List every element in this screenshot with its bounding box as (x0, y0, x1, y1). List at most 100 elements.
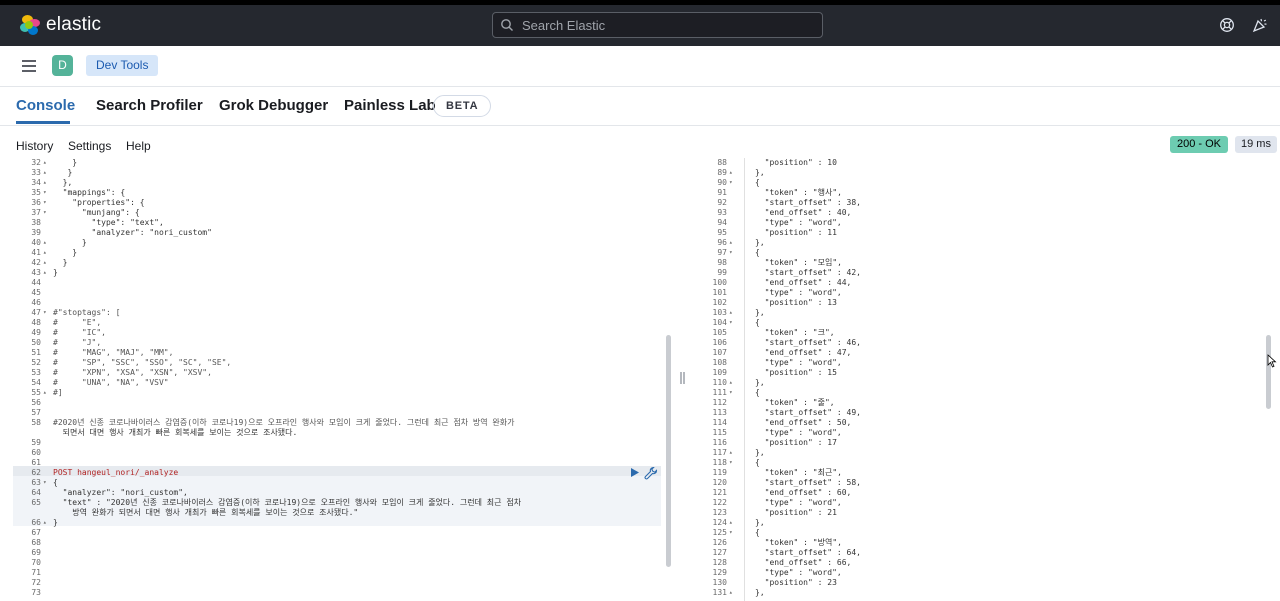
editor-line-text: } (53, 268, 58, 277)
output-line-text: }, (755, 518, 765, 527)
fold-toggle-icon[interactable]: ▴ (729, 378, 733, 388)
output-line-number: 110 (712, 378, 727, 387)
elastic-logo-icon (20, 15, 40, 35)
history-link[interactable]: History (16, 139, 53, 153)
output-line-number: 116 (712, 438, 727, 447)
fold-toggle-icon[interactable]: ▾ (43, 208, 47, 218)
editor-line-text: # "XPN", "XSA", "XSN", "XSV", (53, 368, 212, 377)
fold-toggle-icon[interactable]: ▴ (729, 168, 733, 178)
fold-toggle-icon[interactable]: ▴ (43, 178, 47, 188)
tab-painless-lab[interactable]: Painless Lab (344, 97, 436, 114)
help-icon[interactable] (1219, 17, 1235, 33)
fold-toggle-icon[interactable]: ▴ (43, 388, 47, 398)
send-request-icon[interactable] (629, 467, 640, 478)
output-line-number: 96 (717, 238, 727, 247)
editor-line: 61 (13, 458, 673, 468)
help-link[interactable]: Help (126, 139, 151, 153)
editor-line-number: 59 (31, 438, 41, 447)
output-line: 131 ▴}, (693, 588, 1280, 598)
fold-toggle-icon[interactable]: ▴ (729, 588, 733, 598)
request-editor[interactable]: 32 ▴ } 33 ▴ } 34 ▴ }, 35 ▾ "mappings": {36 ▾ "pr… (13, 158, 673, 601)
output-line: 114 "end_offset" : 50, (693, 418, 1280, 428)
global-search[interactable] (492, 12, 823, 38)
fold-toggle-icon[interactable]: ▾ (729, 528, 733, 538)
fold-toggle-icon[interactable]: ▾ (43, 478, 47, 488)
output-line: 92 "start_offset" : 38, (693, 198, 1280, 208)
fold-toggle-icon[interactable]: ▾ (729, 178, 733, 188)
editor-line-number: 72 (31, 578, 41, 587)
editor-line-text: # "UNA", "NA", "VSV" (53, 378, 169, 387)
tab-console[interactable]: Console (16, 97, 75, 114)
editor-line-text: "mappings": { (53, 188, 126, 197)
editor-line-number: 39 (31, 228, 41, 237)
output-line-text: "type" : "word", (755, 358, 842, 367)
editor-line: 36 ▾ "properties": { (13, 198, 673, 208)
fold-toggle-icon[interactable]: ▴ (729, 238, 733, 248)
breadcrumb[interactable]: Dev Tools (86, 55, 159, 76)
fold-toggle-icon[interactable]: ▾ (43, 188, 47, 198)
output-line: 110 ▴}, (693, 378, 1280, 388)
output-line-number: 123 (712, 508, 727, 517)
fold-toggle-icon[interactable]: ▾ (729, 318, 733, 328)
output-line: 113 "start_offset" : 49, (693, 408, 1280, 418)
tab-grok-debugger[interactable]: Grok Debugger (219, 97, 328, 114)
devtools-tabs: Console Search Profiler Grok Debugger Pa… (0, 86, 1280, 126)
editor-line-text: "analyzer": "nori_custom", (53, 488, 188, 497)
editor-line: 65 "text" : "2020년 신종 코로나바이러스 감염증(이하 코로나… (13, 498, 673, 508)
editor-line-number: 51 (31, 348, 41, 357)
fold-toggle-icon[interactable]: ▾ (729, 458, 733, 468)
editor-line-number: 69 (31, 548, 41, 557)
pane-resize-handle[interactable] (680, 372, 685, 384)
fold-toggle-icon[interactable]: ▴ (43, 248, 47, 258)
fold-toggle-icon[interactable]: ▴ (43, 168, 47, 178)
output-line-number: 95 (717, 228, 727, 237)
output-line: 112 "token" : "줄", (693, 398, 1280, 408)
tab-search-profiler[interactable]: Search Profiler (96, 97, 203, 114)
output-line-number: 112 (712, 398, 727, 407)
editor-line-text: #"stoptags": [ (53, 308, 121, 317)
fold-toggle-icon[interactable]: ▴ (43, 158, 47, 168)
output-line-text: "start_offset" : 49, (755, 408, 861, 417)
fold-toggle-icon[interactable]: ▾ (729, 248, 733, 258)
editor-line: 59 (13, 438, 673, 448)
output-scrollbar[interactable] (1266, 335, 1271, 409)
settings-link[interactable]: Settings (68, 139, 111, 153)
fold-toggle-icon[interactable]: ▴ (729, 518, 733, 528)
elastic-logo[interactable]: elastic (20, 14, 101, 36)
output-line: 117 ▴}, (693, 448, 1280, 458)
fold-toggle-icon[interactable]: ▾ (43, 198, 47, 208)
menu-icon[interactable] (21, 59, 37, 73)
editor-line-text: { (53, 478, 58, 487)
fold-toggle-icon[interactable]: ▴ (43, 238, 47, 248)
editor-scrollbar[interactable] (666, 335, 671, 567)
output-line-number: 88 (717, 158, 727, 167)
output-line-text: "position" : 13 (755, 298, 837, 307)
newsfeed-icon[interactable] (1252, 17, 1268, 33)
fold-toggle-icon[interactable]: ▾ (43, 308, 47, 318)
editor-line: 46 (13, 298, 673, 308)
editor-line: 38 "type": "text", (13, 218, 673, 228)
output-line: 99 "start_offset" : 42, (693, 268, 1280, 278)
output-line-number: 125 (712, 528, 727, 537)
output-line-number: 108 (712, 358, 727, 367)
fold-toggle-icon[interactable]: ▴ (43, 258, 47, 268)
output-line-text: "type" : "word", (755, 498, 842, 507)
output-line: 101 "type" : "word", (693, 288, 1280, 298)
editor-line-text: } (53, 518, 58, 527)
fold-toggle-icon[interactable]: ▾ (729, 388, 733, 398)
editor-line-number: 50 (31, 338, 41, 347)
fold-toggle-icon[interactable]: ▴ (729, 308, 733, 318)
editor-line: 51 # "MAG", "MAJ", "MM", (13, 348, 673, 358)
output-line: 126 "token" : "방역", (693, 538, 1280, 548)
fold-toggle-icon[interactable]: ▴ (43, 268, 47, 278)
search-input[interactable] (520, 16, 814, 34)
space-avatar[interactable]: D (52, 55, 73, 76)
output-line-number: 120 (712, 478, 727, 487)
editor-line: 48 # "E", (13, 318, 673, 328)
wrench-icon[interactable] (644, 466, 658, 480)
fold-toggle-icon[interactable]: ▴ (43, 518, 47, 528)
response-output[interactable]: 88 "position" : 10 89 ▴}, 90 ▾{91 "token" : … (693, 158, 1280, 601)
editor-line-number: 65 (31, 498, 41, 507)
fold-toggle-icon[interactable]: ▴ (729, 448, 733, 458)
output-line-text: "token" : "크", (755, 328, 835, 337)
